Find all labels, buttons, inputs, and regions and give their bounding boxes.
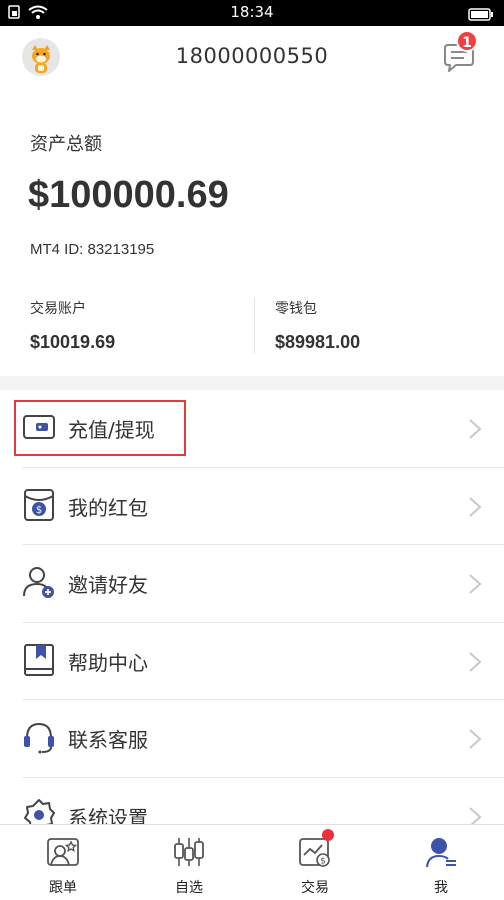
chevron-right-icon [469,651,482,672]
status-bar: 18:34 [0,0,504,26]
total-assets-value: $100000.69 [28,174,229,216]
menu-item-customer-service[interactable]: 联系客服 [22,700,504,778]
bottom-tab-bar: 跟单 自选 $ 交易 我 [0,824,504,900]
column-divider [254,297,255,353]
tab-watchlist[interactable]: 自选 [126,825,252,900]
menu-item-red-packet[interactable]: $ 我的红包 [22,468,504,545]
battery-icon [468,6,494,25]
account-phone: 18000000550 [175,44,329,68]
chevron-right-icon [469,496,482,517]
mt4-id: MT4 ID: 83213195 [30,241,155,258]
highlight-box [14,400,186,456]
header: 18000000550 1 [0,26,504,90]
trading-account-label: 交易账户 [30,301,86,317]
trade-notification-dot [322,829,334,841]
menu-item-help[interactable]: 帮助中心 [22,623,504,700]
help-book-icon [24,643,54,676]
wallet-label: 零钱包 [275,301,317,317]
tab-me[interactable]: 我 [378,825,504,900]
total-assets-label: 资产总额 [30,134,102,155]
menu-item-label: 邀请好友 [68,573,148,597]
section-gap [0,376,504,390]
message-badge: 1 [456,30,478,52]
tab-label: 跟单 [49,880,77,896]
menu-item-invite[interactable]: 邀请好友 [22,545,504,623]
tab-follow[interactable]: 跟单 [0,825,126,900]
svg-text:$: $ [36,505,42,516]
tab-label: 我 [434,880,448,896]
menu-item-label: 我的红包 [68,495,148,520]
chevron-right-icon [469,574,482,594]
chevron-right-icon [469,729,482,749]
menu-item-label: 联系客服 [68,728,148,752]
menu-item-label: 帮助中心 [68,650,148,675]
assets-panel: 资产总额 $100000.69 MT4 ID: 83213195 交易账户 $1… [0,90,504,376]
invite-friend-icon [23,567,54,598]
wallet-value: $89981.00 [275,332,361,352]
menu-list: 充值/提现 $ 我的红包 邀请好友 帮助中心 联系客服 系统设置 [0,390,504,855]
status-time: 18:34 [230,3,274,21]
tab-trade[interactable]: $ 交易 [252,825,378,900]
profile-icon [426,838,456,868]
follow-icon [47,838,79,866]
trading-account-value: $10019.69 [30,332,116,352]
chevron-right-icon [469,419,482,439]
red-packet-icon: $ [24,488,54,521]
candlestick-icon [174,838,204,866]
svg-text:$: $ [320,857,326,867]
trading-account[interactable]: 交易账户 $10019.69 [30,298,115,353]
tab-label: 交易 [301,880,329,896]
wallet[interactable]: 零钱包 $89981.00 [275,298,360,353]
tab-label: 自选 [175,880,203,896]
headset-icon [24,722,54,754]
